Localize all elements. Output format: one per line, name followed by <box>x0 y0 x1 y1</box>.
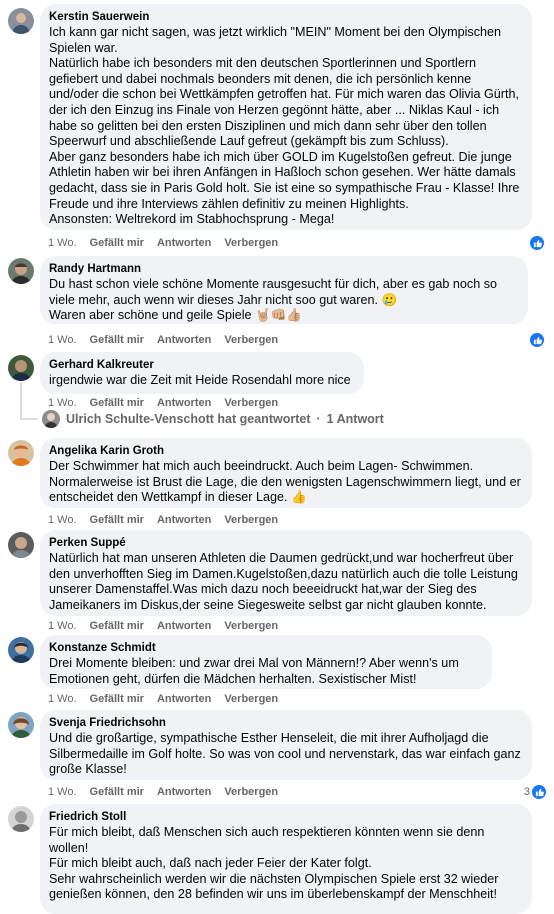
hide-button[interactable]: Verbergen <box>224 396 278 410</box>
comment-time[interactable]: 1 Wo. <box>48 333 77 347</box>
like-reaction-icon <box>532 785 546 799</box>
avatar[interactable] <box>8 712 34 738</box>
comment-bubble: Perken Suppé Natürlich hat man unseren A… <box>40 530 532 616</box>
comment-text: Du hast schon viele schöne Momente rausg… <box>49 277 498 323</box>
comment-time[interactable]: 1 Wo. <box>48 513 77 527</box>
hide-button[interactable]: Verbergen <box>224 619 278 633</box>
like-button[interactable]: Gefällt mir <box>90 236 144 250</box>
comment-author[interactable]: Kerstin Sauerwein <box>49 10 522 24</box>
reaction-count: 3 <box>523 786 530 798</box>
avatar[interactable] <box>8 637 34 663</box>
reply-button[interactable]: Antworten <box>157 692 211 706</box>
comment-text: Für mich bleibt, daß Menschen sich auch … <box>49 825 499 902</box>
like-button[interactable]: Gefällt mir <box>90 513 144 527</box>
comment-bubble: Kerstin Sauerwein Ich kann gar nicht sag… <box>40 4 532 230</box>
comment-author[interactable]: Angelika Karin Groth <box>49 444 522 458</box>
comment-time[interactable]: 1 Wo. <box>48 236 77 250</box>
comment-time[interactable]: 1 Wo. <box>48 692 77 706</box>
hide-button[interactable]: Verbergen <box>224 692 278 706</box>
comment-text: irgendwie war die Zeit mit Heide Rosenda… <box>49 373 351 387</box>
comment-actions: 1 Wo. Gefällt mir Antworten Verbergen <box>48 396 278 410</box>
comment-author[interactable]: Svenja Friedrichsohn <box>49 716 522 730</box>
thread-connector <box>20 418 38 420</box>
like-reaction-icon[interactable] <box>530 333 544 347</box>
comment-time[interactable]: 1 Wo. <box>48 785 77 799</box>
avatar[interactable] <box>8 355 34 381</box>
like-button[interactable]: Gefällt mir <box>90 619 144 633</box>
reply-count: 1 Antwort <box>326 412 384 426</box>
avatar[interactable] <box>8 258 34 284</box>
avatar[interactable] <box>8 8 34 34</box>
avatar[interactable] <box>8 532 34 558</box>
comment-actions: 1 Wo. Gefällt mir Antworten Verbergen <box>48 333 278 347</box>
comment-bubble: Gerhard Kalkreuter irgendwie war die Zei… <box>40 352 364 394</box>
like-button[interactable]: Gefällt mir <box>90 785 144 799</box>
comment-bubble: Friedrich Stoll Für mich bleibt, daß Men… <box>40 804 532 914</box>
reply-button[interactable]: Antworten <box>157 236 211 250</box>
thread-connector <box>20 382 22 418</box>
comment-actions: 1 Wo. Gefällt mir Antworten Verbergen <box>48 785 278 799</box>
hide-button[interactable]: Verbergen <box>224 236 278 250</box>
comment-text: Und die großartige, sympathische Esther … <box>49 731 525 777</box>
view-replies-link[interactable]: Ulrich Schulte-Venschott hat geantwortet… <box>42 410 384 428</box>
comment-bubble: Svenja Friedrichsohn Und die großartige,… <box>40 710 532 780</box>
comment-actions: 1 Wo. Gefällt mir Antworten Verbergen <box>48 619 278 633</box>
reply-author-label: Ulrich Schulte-Venschott hat geantwortet <box>66 412 311 426</box>
comment-author[interactable]: Friedrich Stoll <box>49 810 522 824</box>
comment-actions: 1 Wo. Gefällt mir Antworten Verbergen <box>48 692 278 706</box>
like-button[interactable]: Gefällt mir <box>90 333 144 347</box>
reply-separator: · <box>316 412 321 426</box>
reply-button[interactable]: Antworten <box>157 785 211 799</box>
reply-button[interactable]: Antworten <box>157 513 211 527</box>
comment-bubble: Randy Hartmann Du hast schon viele schön… <box>40 256 528 324</box>
comment-author[interactable]: Konstanze Schmidt <box>49 641 482 655</box>
hide-button[interactable]: Verbergen <box>224 785 278 799</box>
like-reaction-icon[interactable] <box>530 236 544 250</box>
hide-button[interactable]: Verbergen <box>224 333 278 347</box>
hide-button[interactable]: Verbergen <box>224 513 278 527</box>
reply-avatar <box>42 410 60 428</box>
reply-button[interactable]: Antworten <box>157 396 211 410</box>
reaction-summary[interactable]: 3 <box>524 785 546 799</box>
comment-actions: 1 Wo. Gefällt mir Antworten Verbergen <box>48 236 278 250</box>
comment-actions: 1 Wo. Gefällt mir Antworten Verbergen <box>48 513 278 527</box>
reply-button[interactable]: Antworten <box>157 333 211 347</box>
comment-text: Natürlich hat man unseren Athleten die D… <box>49 551 522 612</box>
comment-bubble: Konstanze Schmidt Drei Momente bleiben: … <box>40 635 492 689</box>
comment-time[interactable]: 1 Wo. <box>48 396 77 410</box>
comment-text: Ich kann gar nicht sagen, was jetzt wirk… <box>49 25 520 227</box>
comment-text: Drei Momente bleiben: und zwar drei Mal … <box>49 656 463 686</box>
reply-button[interactable]: Antworten <box>157 619 211 633</box>
comment-author[interactable]: Randy Hartmann <box>49 262 518 276</box>
comment-time[interactable]: 1 Wo. <box>48 619 77 633</box>
comment-bubble: Angelika Karin Groth Der Schwimmer hat m… <box>40 438 532 508</box>
comment-author[interactable]: Gerhard Kalkreuter <box>49 358 354 372</box>
like-button[interactable]: Gefällt mir <box>90 396 144 410</box>
like-button[interactable]: Gefällt mir <box>90 692 144 706</box>
comment-text: Der Schwimmer hat mich auch beeindruckt.… <box>49 459 525 505</box>
avatar[interactable] <box>8 806 34 832</box>
avatar[interactable] <box>8 440 34 466</box>
comment-author[interactable]: Perken Suppé <box>49 536 522 550</box>
